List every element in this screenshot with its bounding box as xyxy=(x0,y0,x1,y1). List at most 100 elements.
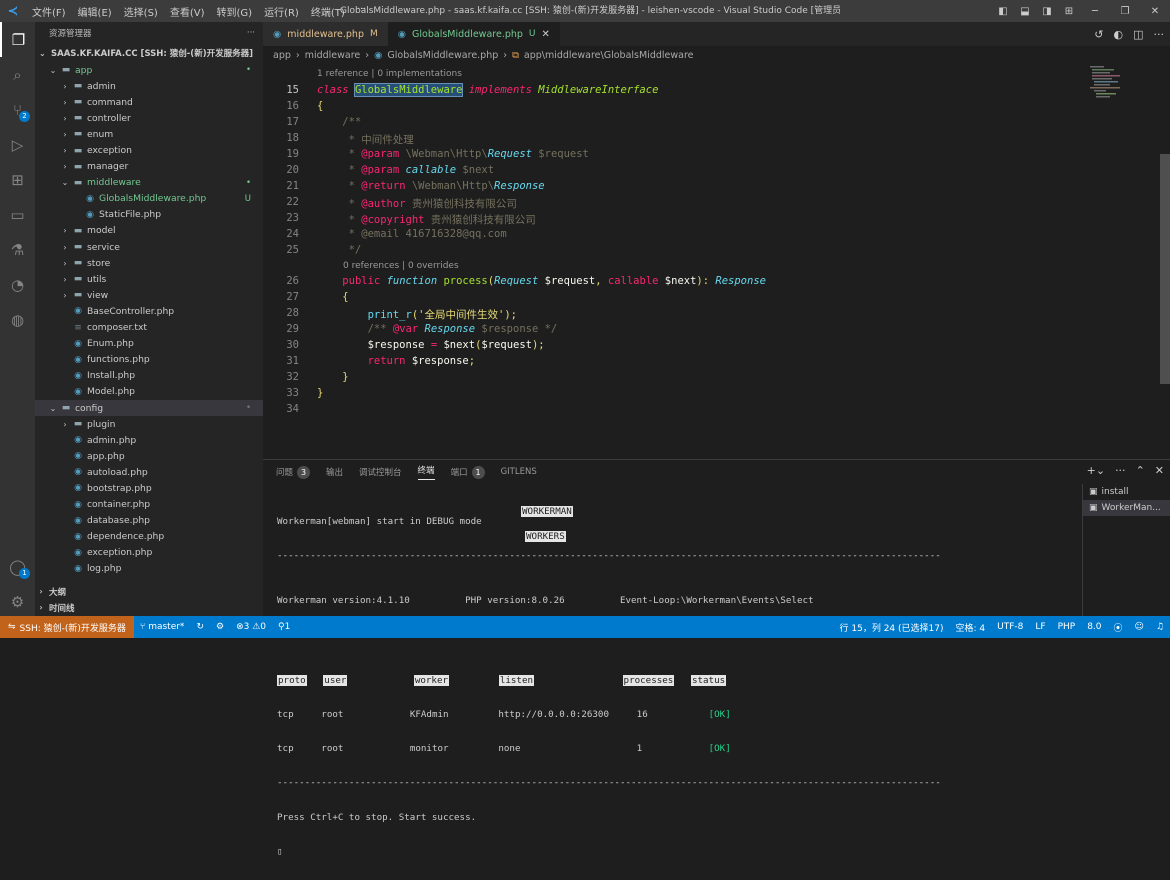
terminal-output[interactable]: Workerman[webman] start in DEBUG mode --… xyxy=(277,494,1077,880)
close-tab-icon[interactable]: ✕ xyxy=(542,29,550,40)
tree-item[interactable]: › ▬ store xyxy=(35,255,263,271)
tree-item[interactable]: ◉ exception.php xyxy=(35,545,263,561)
menu-edit[interactable]: 编辑(E) xyxy=(72,4,118,19)
remote-indicator[interactable]: ⇋ SSH: 猿创-(新)开发服务器 xyxy=(0,616,134,638)
more-actions-icon[interactable]: ··· xyxy=(1154,28,1165,41)
ports-indicator[interactable]: ⚲1 xyxy=(272,622,296,632)
tab-terminal[interactable]: 终端 xyxy=(417,464,435,480)
tree-item[interactable]: ◉ Model.php xyxy=(35,384,263,400)
toggle-panel-icon[interactable]: ⬓ xyxy=(1014,6,1036,17)
sync-icon[interactable]: ↻ xyxy=(190,622,210,632)
tree-item[interactable]: ◉ dependence.php xyxy=(35,529,263,545)
language-mode[interactable]: PHP xyxy=(1052,622,1082,632)
tab-globals-middleware[interactable]: ◉ GlobalsMiddleware.php U ✕ xyxy=(387,22,560,46)
problems-indicator[interactable]: ⊗3 ⚠0 xyxy=(230,622,272,632)
menu-file[interactable]: 文件(F) xyxy=(26,4,72,19)
tree-item[interactable]: › ▬ service xyxy=(35,239,263,255)
line-ending[interactable]: LF xyxy=(1029,622,1051,632)
terminal-item-install[interactable]: ▣ install xyxy=(1083,484,1170,500)
tree-item[interactable]: › ▬ view xyxy=(35,287,263,303)
close-panel-icon[interactable]: ✕ xyxy=(1155,464,1164,477)
toggle-secondary-sidebar-icon[interactable]: ◨ xyxy=(1036,6,1058,17)
cursor-position[interactable]: 行 15，列 24 (已选择17) xyxy=(834,621,950,634)
tree-item[interactable]: ◉ container.php xyxy=(35,497,263,513)
tree-item[interactable]: ⌄ ▬ app • xyxy=(35,62,263,78)
remote-explorer-icon[interactable]: ▭ xyxy=(0,197,35,232)
tree-item[interactable]: › ▬ command xyxy=(35,94,263,110)
compare-icon[interactable]: ◐ xyxy=(1113,28,1123,41)
broadcast-icon[interactable]: ⦿ xyxy=(1108,621,1129,634)
tree-item[interactable]: › ▬ admin xyxy=(35,78,263,94)
tree-item[interactable]: ◉ StaticFile.php xyxy=(35,207,263,223)
menu-go[interactable]: 转到(G) xyxy=(211,4,259,19)
tree-item[interactable]: › ▬ plugin xyxy=(35,416,263,432)
tree-item[interactable]: ◉ admin.php xyxy=(35,432,263,448)
explorer-icon[interactable]: ❐ xyxy=(0,22,35,57)
run-debug-icon[interactable]: ▷ xyxy=(0,127,35,162)
tree-item[interactable]: › ▬ manager xyxy=(35,159,263,175)
notifications-icon[interactable]: ♫ xyxy=(1150,622,1170,632)
account-icon[interactable]: ◯ 1 xyxy=(0,549,35,584)
branch-indicator[interactable]: ⑂ master* xyxy=(134,622,191,632)
tree-item[interactable]: ⌄ ▬ middleware • xyxy=(35,175,263,191)
tree-item[interactable]: ◉ BaseController.php xyxy=(35,303,263,319)
code-editor[interactable]: 1 reference | 0 implementations 15 class… xyxy=(263,64,1170,459)
tree-item[interactable]: ⌄ ▬ config • xyxy=(35,399,263,417)
tree-item[interactable]: ◉ Install.php xyxy=(35,368,263,384)
tab-gitlens[interactable]: GITLENS xyxy=(501,467,537,477)
more-actions-icon[interactable]: ··· xyxy=(1115,464,1126,477)
code-lens[interactable]: 0 references | 0 overrides xyxy=(343,261,459,271)
customize-layout-icon[interactable]: ⊞ xyxy=(1058,6,1080,17)
tab-ports[interactable]: 端口 1 xyxy=(451,465,485,479)
maximize-panel-icon[interactable]: ⌃ xyxy=(1136,464,1145,477)
tree-item[interactable]: ◉ functions.php xyxy=(35,352,263,368)
timeline-section[interactable]: › 时间线 xyxy=(35,600,263,616)
explorer-more-icon[interactable]: ··· xyxy=(247,28,255,38)
menu-run[interactable]: 运行(R) xyxy=(258,4,305,19)
tree-item[interactable]: ≡ composer.txt xyxy=(35,320,263,336)
tab-middleware[interactable]: ◉ middleware.php M xyxy=(263,22,388,46)
breadcrumb-item[interactable]: app\middleware\GlobalsMiddleware xyxy=(524,50,694,61)
split-editor-icon[interactable]: ◫ xyxy=(1133,28,1143,41)
history-icon[interactable]: ↺ xyxy=(1094,28,1103,41)
tree-item[interactable]: ◉ Enum.php xyxy=(35,336,263,352)
menu-view[interactable]: 查看(V) xyxy=(164,4,211,19)
docker-icon[interactable]: ◍ xyxy=(0,302,35,337)
tree-item[interactable]: › ▬ exception xyxy=(35,142,263,158)
feedback-icon[interactable]: ☺ xyxy=(1129,622,1150,632)
new-terminal-icon[interactable]: +⌄ xyxy=(1087,464,1105,477)
tree-item[interactable]: › ▬ utils xyxy=(35,271,263,287)
minimap[interactable] xyxy=(1088,64,1132,104)
tree-item[interactable]: ◉ database.php xyxy=(35,513,263,529)
search-icon[interactable]: ⌕ xyxy=(0,57,35,92)
tree-item[interactable]: ◉ autoload.php xyxy=(35,464,263,480)
tree-item[interactable]: ◉ app.php xyxy=(35,448,263,464)
breadcrumb-item[interactable]: GlobalsMiddleware.php xyxy=(387,50,498,61)
source-control-icon[interactable]: ⑂ 2 xyxy=(0,92,35,127)
php-version[interactable]: 8.0 xyxy=(1081,622,1107,632)
tree-item[interactable]: ◉ log.php xyxy=(35,561,263,577)
tab-problems[interactable]: 问题 3 xyxy=(276,465,311,479)
tab-output[interactable]: 输出 xyxy=(326,466,343,478)
minimize-button[interactable]: ─ xyxy=(1080,6,1110,17)
project-root[interactable]: ⌄ SAAS.KF.KAIFA.CC [SSH: 猿创-(新)开发服务器] xyxy=(35,44,263,62)
breadcrumb-item[interactable]: middleware xyxy=(305,50,361,61)
code-lens[interactable]: 1 reference | 0 implementations xyxy=(317,69,462,79)
encoding[interactable]: UTF-8 xyxy=(991,622,1029,632)
breadcrumb-item[interactable]: app xyxy=(273,50,291,61)
manage-gear-icon[interactable]: ⚙ xyxy=(0,584,35,619)
tree-item[interactable]: ◉ GlobalsMiddleware.php U xyxy=(35,191,263,207)
tab-debug-console[interactable]: 调试控制台 xyxy=(359,466,402,478)
editor-scrollbar[interactable] xyxy=(1160,154,1170,384)
restore-button[interactable]: ❐ xyxy=(1110,6,1140,17)
tree-item[interactable]: ◉ bootstrap.php xyxy=(35,480,263,496)
liveshare-icon[interactable]: ⚙ xyxy=(210,622,230,632)
tree-item[interactable]: › ▬ model xyxy=(35,223,263,239)
gitlens-icon[interactable]: ◔ xyxy=(0,267,35,302)
toggle-sidebar-icon[interactable]: ◧ xyxy=(992,6,1014,17)
indentation[interactable]: 空格: 4 xyxy=(949,621,991,634)
close-button[interactable]: ✕ xyxy=(1140,6,1170,17)
tree-item[interactable]: › ▬ controller xyxy=(35,110,263,126)
tree-item[interactable]: › ▬ enum xyxy=(35,126,263,142)
terminal-item-workerman[interactable]: ▣ WorkerMan... xyxy=(1083,500,1170,516)
